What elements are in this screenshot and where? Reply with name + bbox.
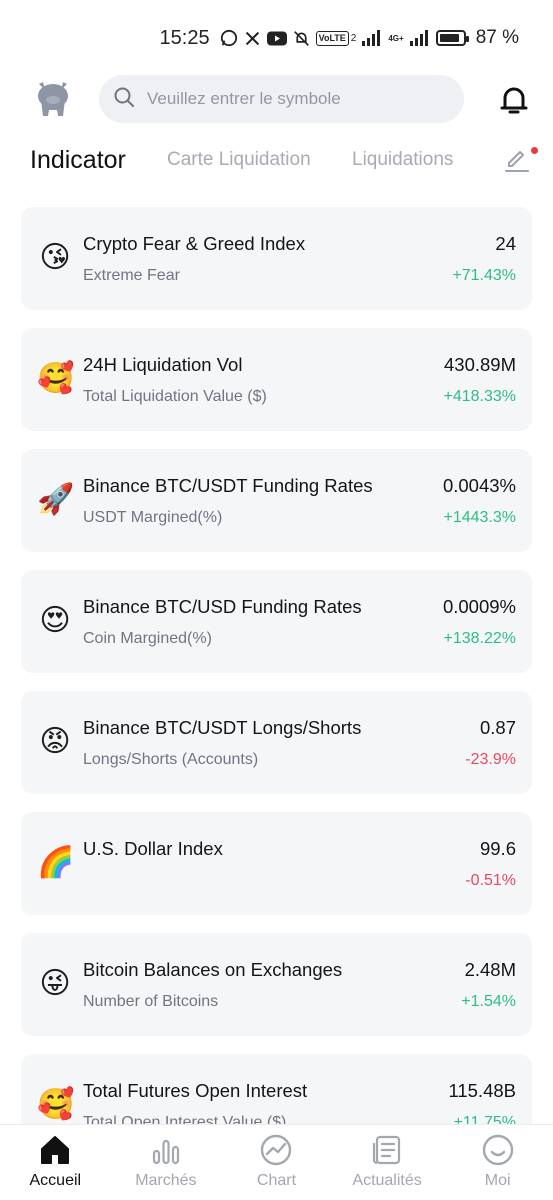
home-icon (41, 1136, 70, 1164)
card-value: 2.48M (464, 959, 516, 980)
card-change: +71.43% (452, 267, 516, 284)
network-type: 4G+ (388, 33, 404, 43)
smiling-hearts-emoji-icon: 🥰 (37, 1088, 75, 1121)
card-change: +138.22% (443, 630, 516, 647)
status-time: 15:25 (159, 26, 210, 49)
card-title: Binance BTC/USD Funding Rates (83, 596, 362, 617)
signal-icon-2 (409, 30, 430, 46)
card-title: Binance BTC/USDT Longs/Shorts (83, 717, 362, 738)
profile-icon (482, 1134, 513, 1166)
nav-label: Marchés (135, 1172, 197, 1189)
card-dollar-index[interactable]: 🌈 U.S. Dollar Index 99.6 -0.51% (21, 812, 532, 915)
nav-label: Actualités (352, 1172, 422, 1189)
card-fear-greed[interactable]: 😘 Crypto Fear & Greed Index Extreme Fear… (21, 207, 532, 310)
search-input[interactable] (147, 89, 447, 109)
mute-bell-icon (293, 30, 310, 47)
x-icon (244, 30, 261, 47)
card-title: Bitcoin Balances on Exchanges (83, 959, 343, 980)
kiss-emoji-icon: 😘 (39, 241, 71, 274)
heart-eyes-emoji-icon: 😍 (39, 604, 71, 637)
battery-icon (435, 30, 469, 46)
card-title: Total Futures Open Interest (83, 1080, 308, 1101)
card-title: Crypto Fear & Greed Index (83, 233, 306, 254)
nav-accueil[interactable]: Accueil (0, 1125, 111, 1200)
card-title: Binance BTC/USDT Funding Rates (83, 475, 373, 496)
card-liquidation-vol[interactable]: 🥰 24H Liquidation Vol Total Liquidation … (21, 328, 532, 431)
angry-emoji-icon: 😡 (39, 725, 71, 758)
card-title: U.S. Dollar Index (83, 838, 223, 859)
nav-label: Accueil (29, 1172, 82, 1189)
card-change: +418.33% (443, 388, 516, 405)
card-value: 115.48B (448, 1080, 516, 1101)
card-value: 99.6 (479, 838, 516, 859)
card-value: 24 (495, 233, 516, 254)
header (0, 74, 553, 126)
search-icon (113, 86, 135, 113)
indicator-tabs: Indicator Carte Liquidation Liquidations (0, 140, 553, 184)
notification-dot (531, 147, 538, 154)
card-change: +1.54% (461, 993, 516, 1010)
card-change: -23.9% (465, 751, 516, 768)
youtube-icon (266, 31, 287, 46)
signal-icon (362, 30, 382, 46)
card-usdt-funding[interactable]: 🚀 Binance BTC/USDT Funding Rates USDT Ma… (21, 449, 532, 552)
card-usd-funding[interactable]: 😍 Binance BTC/USD Funding Rates Coin Mar… (21, 570, 532, 673)
notification-bell-icon[interactable] (499, 84, 529, 116)
markets-bars-icon (152, 1139, 179, 1165)
card-value: 0.87 (479, 717, 516, 738)
card-subtitle: Extreme Fear (83, 267, 180, 284)
battery-percent: 87 % (475, 27, 519, 48)
indicator-list: 😘 Crypto Fear & Greed Index Extreme Fear… (21, 207, 532, 1175)
card-title: 24H Liquidation Vol (83, 354, 243, 375)
card-change: -0.51% (465, 872, 516, 889)
sim-number: 2 (350, 32, 357, 44)
search-bar[interactable] (99, 75, 464, 123)
nav-chart[interactable]: Chart (221, 1125, 332, 1200)
whatsapp-icon (220, 29, 238, 47)
card-btc-balances[interactable]: 😜 Bitcoin Balances on Exchanges Number o… (21, 933, 532, 1036)
tab-indicator[interactable]: Indicator (30, 140, 126, 180)
news-icon (372, 1135, 401, 1165)
tab-liquidations[interactable]: Liquidations (352, 140, 453, 180)
status-bar: 15:25 VoLTE 2 4G+ 87 % (0, 22, 553, 54)
nav-moi[interactable]: Moi (442, 1125, 553, 1200)
nav-label: Moi (484, 1172, 511, 1189)
bottom-nav: Accueil Marchés Chart Actualités Moi (0, 1124, 553, 1200)
avatar[interactable] (31, 78, 75, 122)
card-value: 0.0043% (442, 475, 516, 496)
nav-actualites[interactable]: Actualités (332, 1125, 443, 1200)
card-change: +1443.3% (443, 509, 516, 526)
card-subtitle: Coin Margined(%) (83, 630, 212, 647)
chart-icon (261, 1134, 292, 1166)
rainbow-emoji-icon: 🌈 (37, 846, 75, 879)
card-value: 430.89M (444, 354, 516, 375)
rocket-emoji-icon: 🚀 (37, 483, 75, 516)
nav-marches[interactable]: Marchés (111, 1125, 222, 1200)
card-value: 0.0009% (442, 596, 516, 617)
card-subtitle: USDT Margined(%) (83, 509, 223, 526)
smiling-hearts-emoji-icon: 🥰 (37, 362, 75, 395)
card-subtitle: Number of Bitcoins (83, 993, 219, 1010)
card-subtitle: Longs/Shorts (Accounts) (83, 751, 259, 768)
nav-label: Chart (256, 1172, 297, 1189)
winking-tongue-emoji-icon: 😜 (39, 967, 71, 1000)
card-longs-shorts[interactable]: 😡 Binance BTC/USDT Longs/Shorts Longs/Sh… (21, 691, 532, 794)
card-subtitle: Total Liquidation Value ($) (83, 388, 267, 405)
volte-badge: VoLTE (315, 30, 349, 46)
tab-carte-liquidation[interactable]: Carte Liquidation (167, 140, 311, 180)
